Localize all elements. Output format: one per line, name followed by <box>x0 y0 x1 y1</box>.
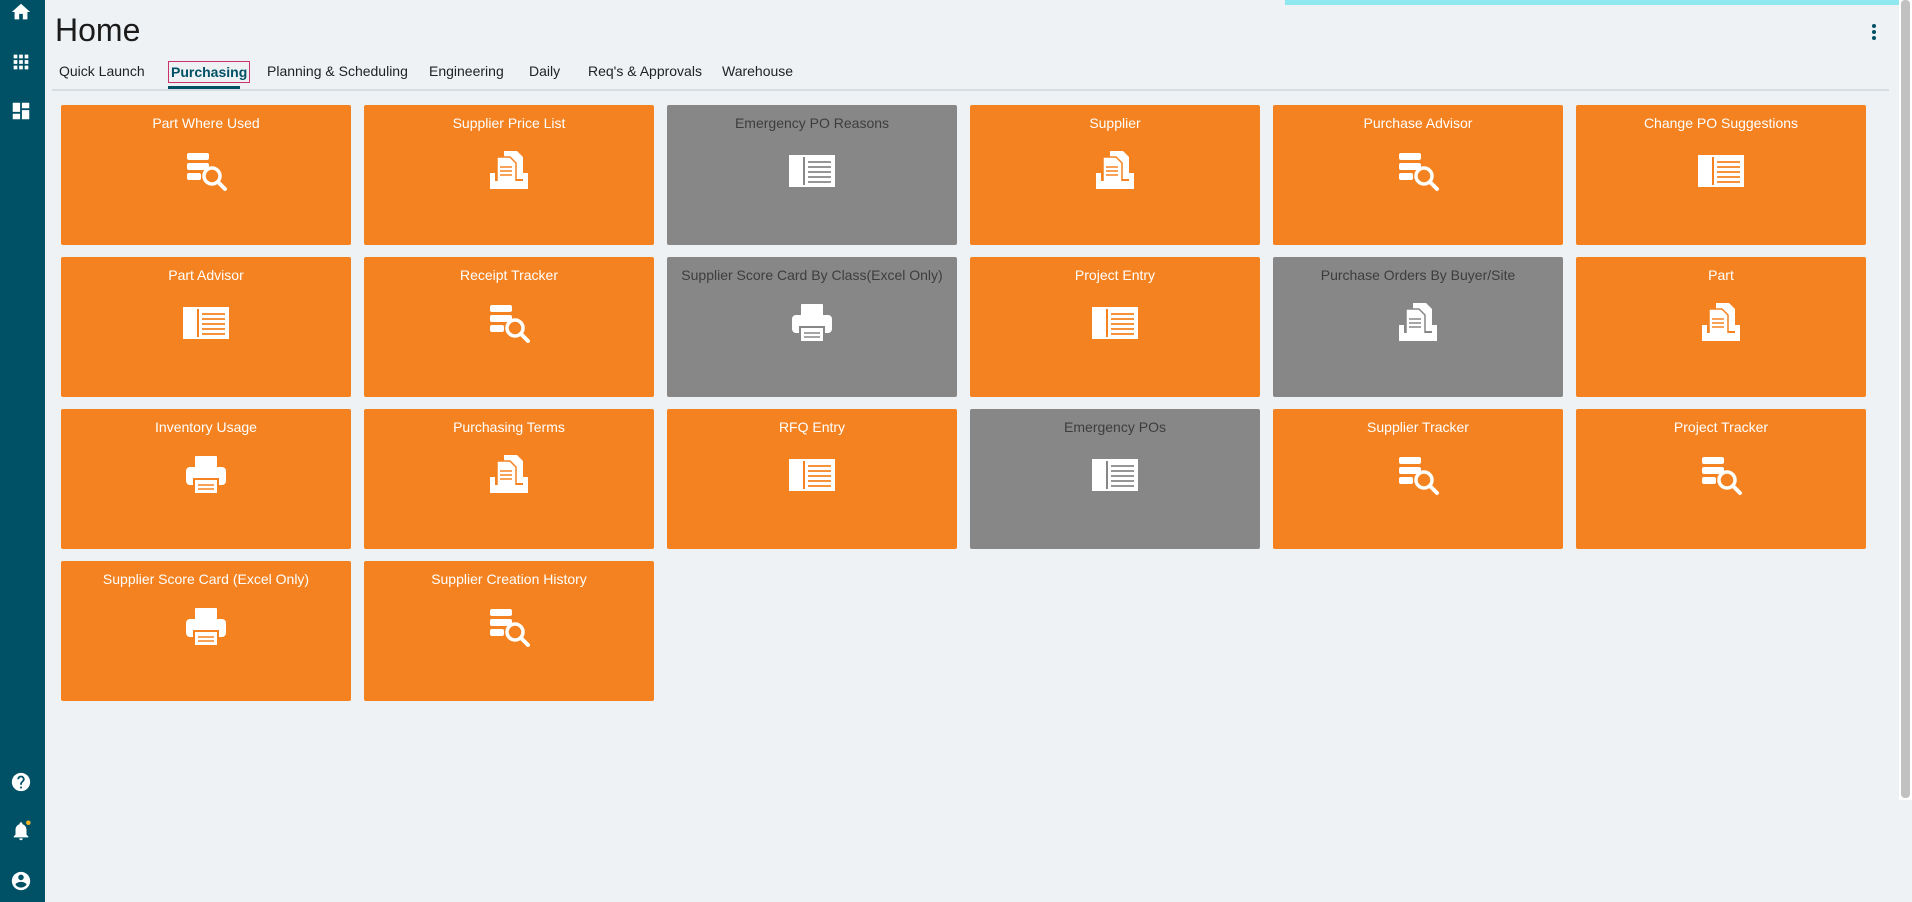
tile-label: Emergency PO Reasons <box>734 115 890 131</box>
notification-banner <box>1285 0 1912 5</box>
tile-label: RFQ Entry <box>778 419 846 435</box>
tile-label: Purchase Advisor <box>1363 115 1473 131</box>
tab-quick-launch[interactable]: Quick Launch <box>59 63 145 79</box>
tile-part-advisor[interactable]: Part Advisor <box>61 257 351 397</box>
dashboard-icon[interactable] <box>9 99 33 123</box>
documents-tray-icon <box>484 149 534 193</box>
search-list-icon <box>181 149 231 193</box>
tile-label: Emergency POs <box>1064 419 1166 435</box>
tile-label: Part Where Used <box>152 115 260 131</box>
apps-grid-icon[interactable] <box>9 50 33 74</box>
tab-reqs-approvals[interactable]: Req's & Approvals <box>588 63 702 79</box>
tile-supplier[interactable]: Supplier <box>970 105 1260 245</box>
tile-project-entry[interactable]: Project Entry <box>970 257 1260 397</box>
tile-supplier-score-card-by-class-excel-only[interactable]: Supplier Score Card By Class(Excel Only) <box>667 257 957 397</box>
tile-change-po-suggestions[interactable]: Change PO Suggestions <box>1576 105 1866 245</box>
tab-daily[interactable]: Daily <box>529 63 560 79</box>
printer-icon <box>181 605 231 649</box>
tile-label: Project Tracker <box>1673 419 1769 435</box>
sidebar <box>0 0 45 902</box>
form-panel-icon <box>787 149 837 193</box>
tile-supplier-score-card-excel-only[interactable]: Supplier Score Card (Excel Only) <box>61 561 351 701</box>
home-icon[interactable] <box>9 0 33 24</box>
tile-purchase-advisor[interactable]: Purchase Advisor <box>1273 105 1563 245</box>
tile-purchasing-terms[interactable]: Purchasing Terms <box>364 409 654 549</box>
tile-receipt-tracker[interactable]: Receipt Tracker <box>364 257 654 397</box>
form-panel-icon <box>1696 149 1746 193</box>
tile-label: Supplier Score Card (Excel Only) <box>102 571 310 587</box>
tab-warehouse[interactable]: Warehouse <box>722 63 793 79</box>
tab-planning-scheduling[interactable]: Planning & Scheduling <box>267 63 408 79</box>
tile-label: Part Advisor <box>168 267 244 283</box>
tile-emergency-po-reasons[interactable]: Emergency PO Reasons <box>667 105 957 245</box>
documents-tray-icon <box>1090 149 1140 193</box>
page-title: Home <box>55 12 141 48</box>
tile-supplier-tracker[interactable]: Supplier Tracker <box>1273 409 1563 549</box>
tile-label: Supplier <box>1089 115 1141 131</box>
form-panel-icon <box>787 453 837 497</box>
tile-purchase-orders-by-buyer-site[interactable]: Purchase Orders By Buyer/Site <box>1273 257 1563 397</box>
tile-supplier-creation-history[interactable]: Supplier Creation History <box>364 561 654 701</box>
tile-label: Supplier Tracker <box>1367 419 1469 435</box>
tile-project-tracker[interactable]: Project Tracker <box>1576 409 1866 549</box>
user-account-icon[interactable] <box>9 869 33 893</box>
more-options-icon[interactable] <box>1868 20 1880 44</box>
documents-tray-icon <box>1696 301 1746 345</box>
printer-icon <box>181 453 231 497</box>
tile-label: Purchase Orders By Buyer/Site <box>1320 267 1516 283</box>
tile-label: Receipt Tracker <box>459 267 559 283</box>
documents-tray-icon <box>484 453 534 497</box>
tile-rfq-entry[interactable]: RFQ Entry <box>667 409 957 549</box>
tile-supplier-price-list[interactable]: Supplier Price List <box>364 105 654 245</box>
search-list-icon <box>1696 453 1746 497</box>
tab-engineering[interactable]: Engineering <box>429 63 504 79</box>
tile-label: Inventory Usage <box>155 419 257 435</box>
tile-label: Part <box>1708 267 1734 283</box>
tile-part[interactable]: Part <box>1576 257 1866 397</box>
printer-icon <box>787 301 837 345</box>
search-list-icon <box>1393 149 1443 193</box>
form-panel-icon <box>1090 453 1140 497</box>
tile-emergency-pos[interactable]: Emergency POs <box>970 409 1260 549</box>
tile-part-where-used[interactable]: Part Where Used <box>61 105 351 245</box>
tile-label: Supplier Price List <box>452 115 566 131</box>
tile-label: Project Entry <box>1074 267 1156 283</box>
form-panel-icon <box>181 301 231 345</box>
tab-purchasing[interactable]: Purchasing <box>168 61 251 83</box>
tile-label: Supplier Creation History <box>431 571 587 587</box>
tile-label: Supplier Score Card By Class(Excel Only) <box>681 267 943 283</box>
search-list-icon <box>1393 453 1443 497</box>
active-tab-indicator <box>168 86 240 89</box>
form-panel-icon <box>1090 301 1140 345</box>
tab-bar: Quick Launch Purchasing Planning & Sched… <box>52 56 1889 91</box>
tile-inventory-usage[interactable]: Inventory Usage <box>61 409 351 549</box>
documents-tray-icon <box>1393 301 1443 345</box>
scrollbar-thumb[interactable] <box>1901 0 1910 798</box>
tile-label: Change PO Suggestions <box>1643 115 1799 131</box>
tile-label: Purchasing Terms <box>453 419 565 435</box>
search-list-icon <box>484 301 534 345</box>
help-icon[interactable] <box>9 770 33 794</box>
notifications-icon[interactable] <box>9 819 33 843</box>
search-list-icon <box>484 605 534 649</box>
